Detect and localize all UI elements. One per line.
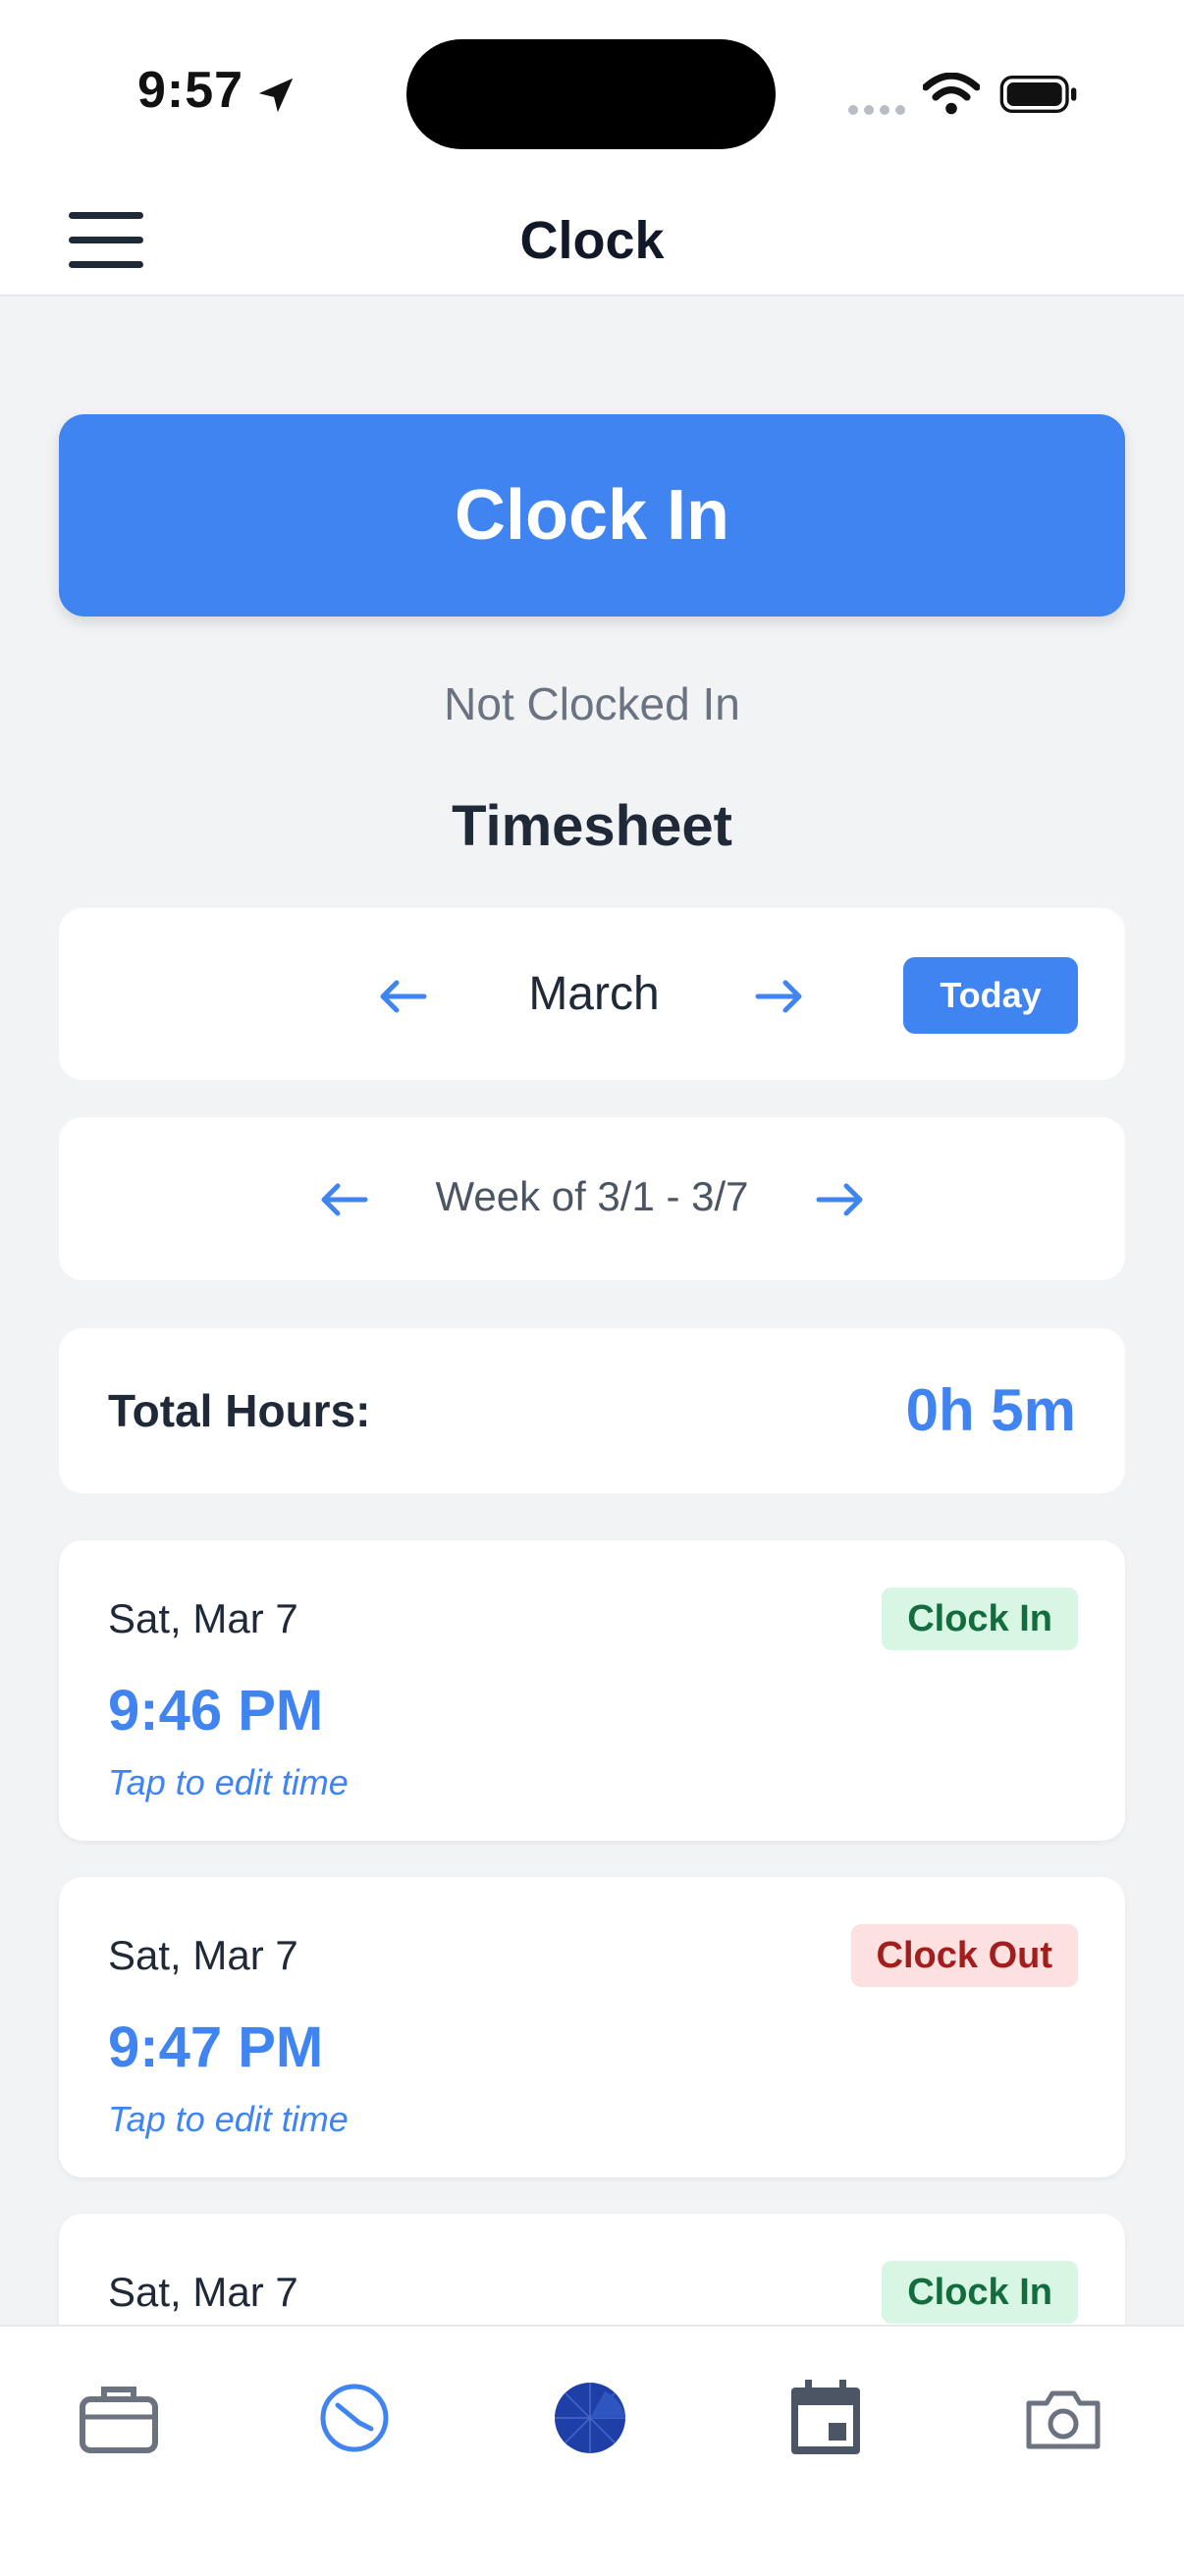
week-label: Week of 3/1 - 3/7	[435, 1173, 749, 1219]
previous-month-arrow-icon[interactable]	[375, 977, 430, 1016]
entry-date: Sat, Mar 7	[108, 1595, 298, 1641]
timesheet-title: Timesheet	[452, 794, 732, 858]
entry-type-badge: Clock In	[882, 1587, 1078, 1650]
camera-icon[interactable]	[1019, 2374, 1107, 2462]
calendar-icon[interactable]	[781, 2374, 870, 2462]
timesheet-entry[interactable]: Sat, Mar 7 Clock Out 9:47 PM Tap to edit…	[59, 1877, 1125, 2177]
location-arrow-icon	[258, 78, 294, 113]
today-button[interactable]: Today	[903, 957, 1078, 1034]
edit-time-hint: Tap to edit time	[108, 2099, 349, 2139]
status-time: 9:57	[137, 62, 244, 119]
entry-type-badge: Clock In	[882, 2261, 1078, 2324]
page-title: Clock	[519, 211, 665, 270]
dynamic-island	[406, 39, 776, 149]
wifi-icon	[923, 73, 980, 115]
entry-type-badge: Clock Out	[850, 1924, 1078, 1987]
globe-icon[interactable]	[546, 2374, 634, 2462]
month-label: March	[528, 968, 660, 1020]
entry-date: Sat, Mar 7	[108, 2269, 298, 2315]
edit-time-hint: Tap to edit time	[108, 1762, 349, 1802]
entry-date: Sat, Mar 7	[108, 1932, 298, 1978]
total-hours-label: Total Hours:	[108, 1385, 371, 1436]
previous-week-arrow-icon[interactable]	[316, 1180, 371, 1219]
clock-status: Not Clocked In	[444, 678, 740, 729]
next-month-arrow-icon[interactable]	[752, 977, 807, 1016]
entry-time[interactable]: 9:46 PM	[108, 1678, 323, 1744]
clock-icon[interactable]	[310, 2374, 399, 2462]
briefcase-icon[interactable]	[75, 2374, 163, 2462]
entry-time[interactable]: 9:47 PM	[108, 2014, 323, 2080]
cellular-signal-icon	[848, 102, 911, 120]
next-week-arrow-icon[interactable]	[813, 1180, 868, 1219]
battery-icon	[999, 76, 1077, 113]
clock-in-button[interactable]: Clock In	[59, 414, 1125, 617]
total-hours-value: 0h 5m	[905, 1377, 1076, 1443]
timesheet-entry[interactable]: Sat, Mar 7 Clock In 9:46 PM Tap to edit …	[59, 1540, 1125, 1841]
